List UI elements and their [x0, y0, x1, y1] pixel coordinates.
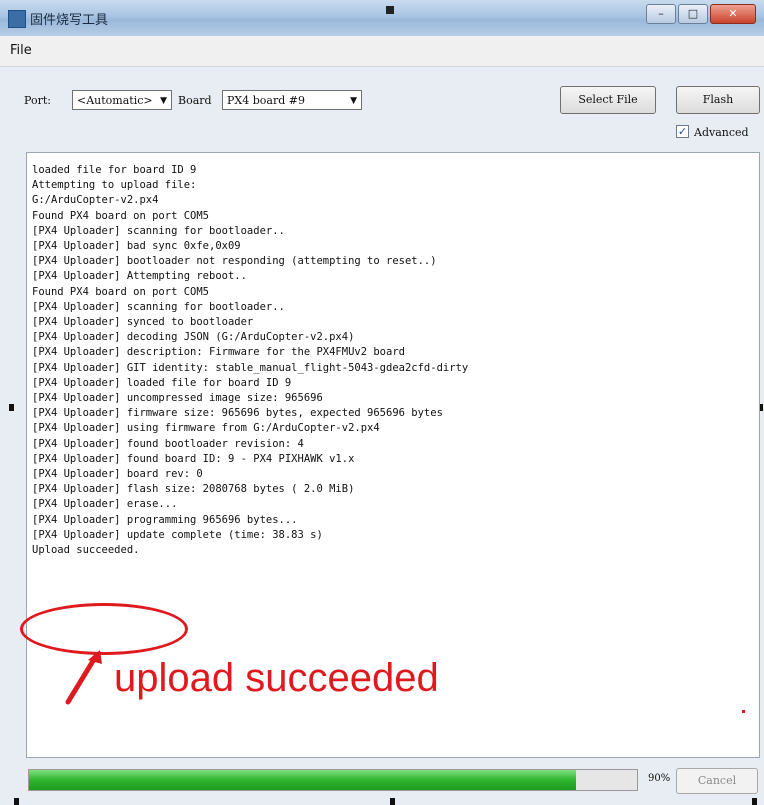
select-file-button[interactable]: Select File: [560, 86, 656, 114]
close-button[interactable]: ✕: [710, 4, 756, 24]
log-line: [PX4 Uploader] Attempting reboot..: [32, 270, 247, 283]
resize-handle: [14, 798, 19, 805]
log-line: [PX4 Uploader] GIT identity: stable_manu…: [32, 361, 469, 374]
log-line: [PX4 Uploader] scanning for bootloader..: [32, 300, 285, 313]
chevron-down-icon: ▼: [160, 96, 167, 106]
resize-handle: [760, 404, 763, 411]
port-select[interactable]: <Automatic> ▼: [72, 90, 172, 110]
board-select-value: PX4 board #9: [227, 94, 305, 107]
resize-handle: [390, 798, 395, 805]
board-label: Board: [178, 94, 212, 107]
log-line: [PX4 Uploader] found bootloader revision…: [32, 437, 304, 450]
log-line: [PX4 Uploader] update complete (time: 38…: [32, 528, 323, 541]
log-line: [PX4 Uploader] scanning for bootloader..: [32, 224, 285, 237]
flash-button[interactable]: Flash: [676, 86, 760, 114]
cancel-button[interactable]: Cancel: [676, 768, 758, 794]
flash-tool-window: 固件烧写工具 – □ ✕ File Port: <Automatic> ▼ Bo…: [0, 0, 764, 805]
log-line: [PX4 Uploader] synced to bootloader: [32, 316, 254, 329]
board-select[interactable]: PX4 board #9 ▼: [222, 90, 362, 110]
title-bar[interactable]: 固件烧写工具 – □ ✕: [0, 0, 764, 36]
maximize-button[interactable]: □: [678, 4, 708, 24]
menu-bar: File: [0, 36, 764, 67]
log-line: G:/ArduCopter-v2.px4: [32, 194, 159, 207]
log-line: [PX4 Uploader] bad sync 0xfe,0x09: [32, 240, 241, 253]
window-controls: – □ ✕: [644, 4, 756, 24]
log-line: [PX4 Uploader] firmware size: 965696 byt…: [32, 407, 443, 420]
log-line: [PX4 Uploader] loaded file for board ID …: [32, 376, 292, 389]
annotation-label: upload succeeded: [114, 656, 439, 700]
log-line: [PX4 Uploader] board rev: 0: [32, 468, 203, 481]
log-line: loaded file for board ID 9: [32, 164, 197, 176]
minimize-button[interactable]: –: [646, 4, 676, 24]
log-line: [PX4 Uploader] decoding JSON (G:/ArduCop…: [32, 331, 355, 344]
progress-bar: [28, 769, 638, 791]
arrow-icon: [65, 650, 102, 705]
resize-handle: [9, 404, 14, 411]
resize-handle: [752, 798, 757, 805]
toolbar: Port: <Automatic> ▼ Board PX4 board #9 ▼…: [0, 67, 764, 151]
log-line: [PX4 Uploader] uncompressed image size: …: [32, 392, 323, 405]
advanced-checkbox[interactable]: ✓: [676, 125, 689, 138]
advanced-label: Advanced: [694, 126, 749, 139]
log-line: [PX4 Uploader] programming 965696 bytes.…: [32, 513, 298, 526]
port-label: Port:: [24, 94, 51, 107]
log-line: Found PX4 board on port COM5: [32, 285, 210, 298]
log-line: [PX4 Uploader] using firmware from G:/Ar…: [32, 422, 380, 435]
highlight-ellipse: [20, 603, 188, 655]
chevron-down-icon: ▼: [350, 96, 357, 106]
app-icon: [8, 10, 26, 28]
window-title: 固件烧写工具: [30, 13, 109, 28]
port-select-value: <Automatic>: [77, 94, 153, 107]
log-line: [PX4 Uploader] bootloader not responding…: [32, 255, 437, 268]
progress-percent: 90%: [648, 773, 671, 784]
progress-fill: [29, 770, 577, 790]
log-line: Found PX4 board on port COM5: [32, 209, 210, 222]
selection-handle: [386, 6, 394, 14]
red-dot: [742, 710, 745, 713]
log-lines: loaded file for board ID 9 Attempting to …: [32, 163, 468, 558]
log-line: [PX4 Uploader] erase...: [32, 498, 178, 511]
log-line: Attempting to upload file:: [32, 179, 197, 192]
log-line: Upload succeeded.: [32, 544, 140, 557]
menu-file[interactable]: File: [10, 43, 32, 58]
log-line: [PX4 Uploader] flash size: 2080768 bytes…: [32, 483, 355, 496]
log-line: [PX4 Uploader] description: Firmware for…: [32, 346, 405, 359]
log-line: [PX4 Uploader] found board ID: 9 - PX4 P…: [32, 452, 355, 465]
